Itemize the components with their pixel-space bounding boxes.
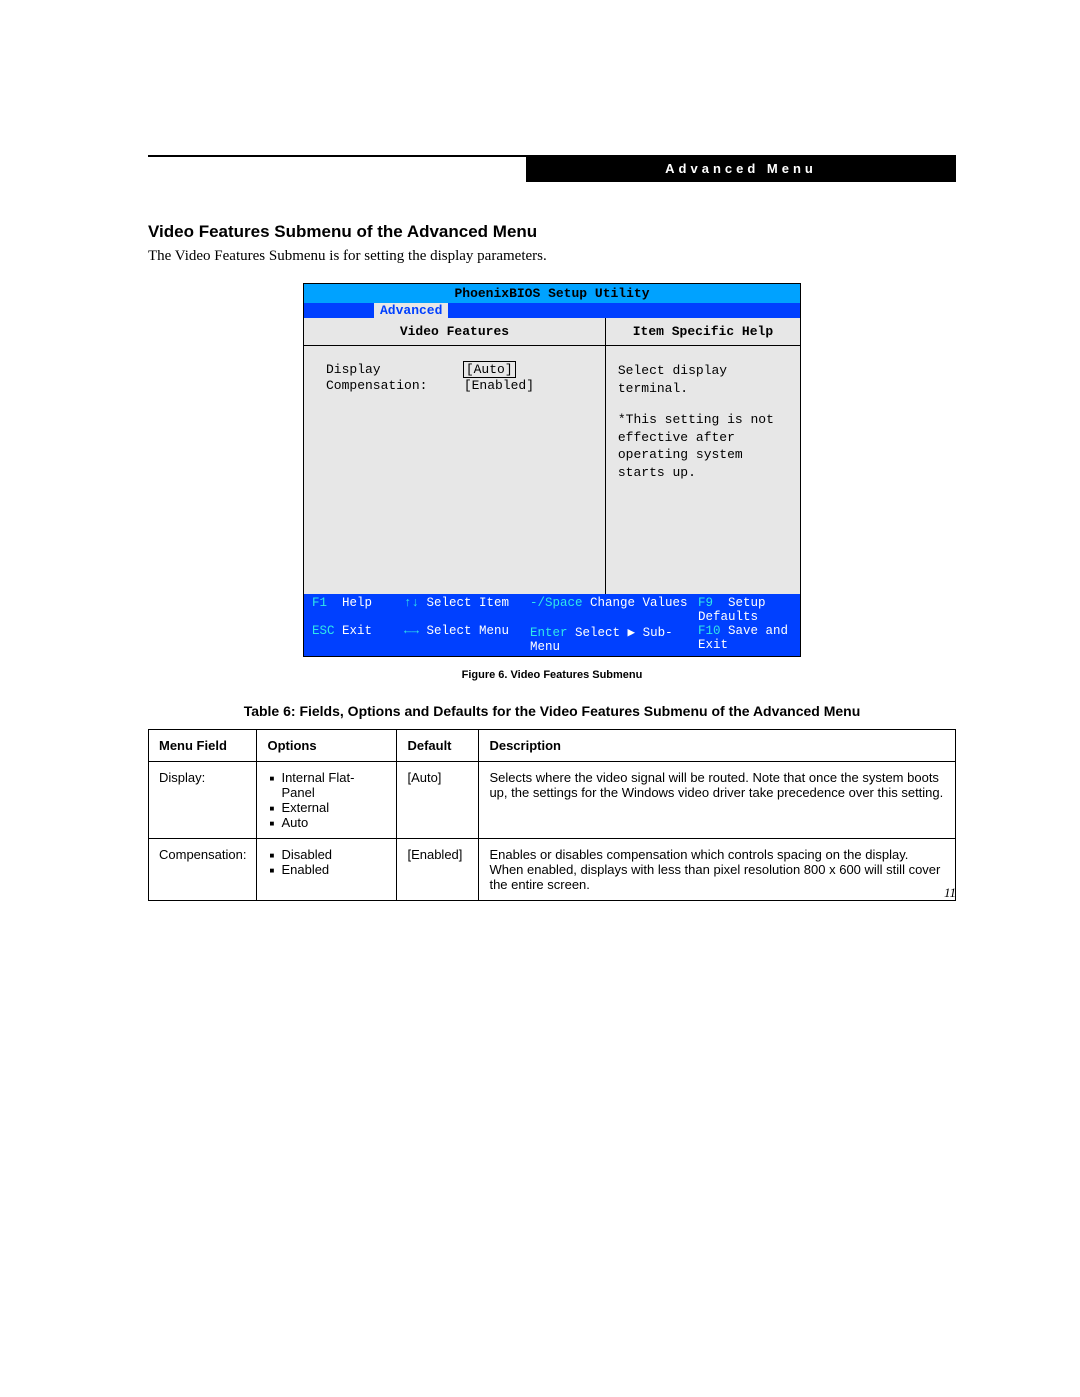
bios-tabbar: Advanced (304, 303, 800, 318)
bios-key-minspace: -/Space (530, 596, 583, 610)
cell-menu-field: Compensation: (149, 839, 257, 901)
opt: Disabled (281, 847, 386, 862)
th-description: Description (479, 730, 956, 762)
cell-default: [Auto] (397, 762, 479, 839)
opt: External (281, 800, 386, 815)
bios-key-select-item: Select Item (427, 596, 510, 610)
bios-key-select-menu: Select Menu (427, 624, 510, 638)
th-default: Default (397, 730, 479, 762)
cell-options: Internal Flat-Panel External Auto (257, 762, 397, 839)
section-heading: Video Features Submenu of the Advanced M… (148, 222, 956, 242)
cell-description: Enables or disables compensation which c… (479, 839, 956, 901)
spec-table: Menu Field Options Default Description D… (148, 729, 956, 901)
bios-key-f1: F1 (312, 596, 327, 610)
th-options: Options (257, 730, 397, 762)
cell-options: Disabled Enabled (257, 839, 397, 901)
bios-key-enter: Enter (530, 626, 568, 640)
cell-menu-field: Display: (149, 762, 257, 839)
bios-left-header: Video Features (304, 318, 605, 346)
opt: Enabled (281, 862, 386, 877)
bios-tab-advanced: Advanced (374, 303, 448, 318)
bios-key-exit: Exit (342, 624, 372, 638)
page-number: 11 (944, 885, 956, 901)
section-intro: The Video Features Submenu is for settin… (148, 248, 956, 265)
bios-field-display-label: Display (326, 362, 456, 378)
bios-screenshot: PhoenixBIOS Setup Utility Advanced Video… (303, 283, 801, 657)
bios-key-f10: F10 (698, 624, 721, 638)
table-row: Compensation: Disabled Enabled [Enabled]… (149, 839, 956, 901)
bios-field-display-value: [Auto] (464, 362, 515, 377)
opt: Internal Flat-Panel (281, 770, 386, 800)
bios-key-f9: F9 (698, 596, 713, 610)
bios-help-line2: *This setting is not effective after ope… (618, 411, 790, 481)
bios-key-help: Help (342, 596, 372, 610)
page-header-badge: Advanced Menu (526, 155, 956, 182)
bios-key-esc: ESC (312, 624, 335, 638)
opt: Auto (281, 815, 386, 830)
table-caption: Table 6: Fields, Options and Defaults fo… (148, 703, 956, 719)
bios-help-line1: Select display terminal. (618, 362, 790, 397)
bios-key-updown: ↑↓ (404, 596, 419, 610)
bios-title: PhoenixBIOS Setup Utility (304, 284, 800, 303)
th-menu-field: Menu Field (149, 730, 257, 762)
bios-field-comp-label: Compensation: (326, 378, 456, 394)
table-row: Display: Internal Flat-Panel External Au… (149, 762, 956, 839)
bios-right-header: Item Specific Help (606, 318, 800, 346)
bios-key-change-values: Change Values (590, 596, 688, 610)
figure-caption: Figure 6. Video Features Submenu (148, 669, 956, 681)
bios-field-comp-value: [Enabled] (464, 378, 534, 393)
bios-key-leftright: ←→ (404, 624, 419, 638)
bios-footer: F1 Help ↑↓ Select Item -/Space Change Va… (304, 594, 800, 656)
cell-description: Selects where the video signal will be r… (479, 762, 956, 839)
cell-default: [Enabled] (397, 839, 479, 901)
